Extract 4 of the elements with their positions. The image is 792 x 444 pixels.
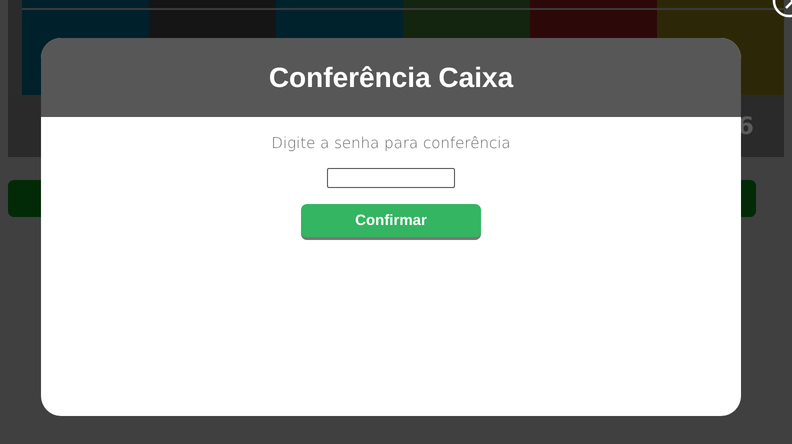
prompt-text: Digite a senha para conferência (271, 134, 511, 152)
modal-title: Conferência Caixa (268, 62, 514, 94)
confirm-button[interactable]: Confirmar (301, 204, 481, 240)
password-field[interactable] (327, 168, 455, 188)
